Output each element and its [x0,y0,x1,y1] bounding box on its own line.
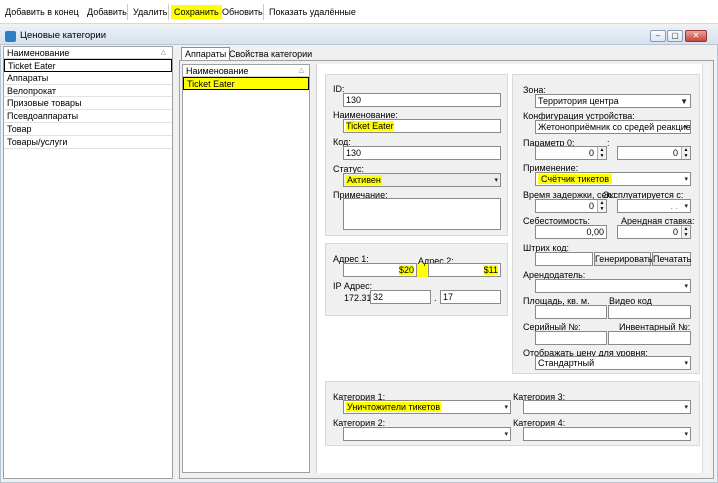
chevron-down-icon: ▾ [504,431,508,438]
add-button[interactable]: Добавить [84,5,130,19]
rent-field[interactable]: 0 ▲ ▼ [617,225,691,239]
list-item[interactable]: Призовые товары [4,97,172,111]
column-header-name: Наименование [7,48,70,58]
print-button[interactable]: Печатать [652,252,691,266]
category4-select[interactable]: ▾ [523,427,691,441]
save-button[interactable]: Сохранить [171,5,222,19]
name-value: Ticket Eater [346,121,394,131]
chevron-down-icon: ▼ [680,97,688,106]
category1-select[interactable]: Уничтожители тикетов ▾ [343,400,511,414]
usage-value: Счётчик тикетов [538,174,613,184]
chevron-down-icon: ▾ [684,203,688,210]
address2-field[interactable]: $11 [428,263,501,277]
status-value: Активен [346,175,382,185]
list-item[interactable]: Аппараты [4,72,172,85]
category1-value: Уничтожители тикетов [346,402,442,412]
add-to-end-button[interactable]: Добавить в конец [2,5,82,19]
param-colon: : [607,138,610,148]
name-field[interactable]: Ticket Eater [343,119,501,133]
chevron-down-icon: ▾ [684,431,688,438]
param1-field[interactable]: 0 ▲ ▼ [617,146,691,160]
address2-value: $11 [483,265,498,275]
chevron-down-icon: ▾ [504,404,508,411]
ip-prefix: 172.31 [344,293,372,303]
refresh-button[interactable]: Обновить [219,5,266,19]
close-icon[interactable]: ✕ [685,30,707,42]
category-list[interactable]: Наименование △ Ticket Eater Аппараты Вел… [3,46,173,479]
column-header-name: Наименование [186,66,249,76]
zone-value: Территория центра [538,96,619,106]
spin-arrows-icon[interactable]: ▲ ▼ [681,226,690,238]
generate-button[interactable]: Генерировать [594,252,653,266]
toolbar-separator [127,4,128,20]
rent-value: 0 [672,227,678,237]
area-field[interactable] [535,305,607,319]
delay-field[interactable]: 0 ▲ ▼ [535,199,607,213]
chevron-down-icon: ▾ [684,124,688,131]
device-list-header[interactable]: Наименование △ [183,65,309,77]
spin-arrows-icon[interactable]: ▲ ▼ [681,147,690,159]
operated-since-date[interactable]: . . ▾ [617,199,691,213]
window-app-icon [5,31,16,42]
tab-devices[interactable]: Аппараты [181,47,231,60]
id-field[interactable]: 130 [343,93,501,107]
spin-arrows-icon[interactable]: ▲ ▼ [597,147,606,159]
param0-value: 0 [588,148,594,158]
sort-triangle-icon: △ [298,67,304,74]
ip-octet3-field[interactable]: 32 [370,290,431,304]
category2-select[interactable]: ▾ [343,427,511,441]
chevron-down-icon: ▾ [684,176,688,183]
barcode-field[interactable] [535,252,593,266]
list-item[interactable]: Ticket Eater [183,77,309,90]
chevron-down-icon: ▾ [684,404,688,411]
note-field[interactable] [343,198,501,230]
ip-octet4-field[interactable]: 17 [440,290,501,304]
operated-since-value: . . [670,201,678,211]
show-deleted-button[interactable]: Показать удалённые [266,5,359,19]
maximize-icon[interactable]: ▢ [667,30,683,42]
toolbar-separator [263,4,264,20]
sort-triangle-icon: △ [160,49,166,56]
device-list[interactable]: Наименование △ Ticket Eater [182,64,310,473]
spin-arrows-icon[interactable]: ▲ ▼ [597,200,606,212]
inventory-field[interactable] [608,331,691,345]
ip-separator: . [434,293,437,303]
price-level-select[interactable]: Стандартный ▾ [535,356,691,370]
param1-value: 0 [672,148,678,158]
price-level-value: Стандартный [538,358,595,368]
list-item[interactable]: Велопрокат [4,85,172,98]
list-item[interactable]: Псевдоаппараты [4,110,172,123]
window-title: Ценовые категории [20,30,107,41]
config-value: Жетоноприёмник со средей реакцией [538,122,691,132]
list-item[interactable]: Товар [4,123,172,136]
chevron-down-icon: ▾ [684,360,688,367]
minimize-icon[interactable]: – [650,30,666,42]
category3-select[interactable]: ▾ [523,400,691,414]
list-item[interactable]: Ticket Eater [4,59,172,72]
usage-select[interactable]: Счётчик тикетов ▾ [535,172,691,186]
toolbar-separator [168,4,169,20]
config-select[interactable]: Жетоноприёмник со средей реакцией ▾ [535,120,691,134]
lessor-select[interactable]: ▾ [535,279,691,293]
chevron-down-icon: ▾ [494,177,498,184]
details-scrollbar[interactable] [702,64,711,473]
address1-value: $20 [398,265,414,275]
category-list-header[interactable]: Наименование △ [4,47,172,59]
ip-label: IP Адрес: [333,281,373,291]
chevron-down-icon: ▾ [684,283,688,290]
code-field[interactable]: 130 [343,146,501,160]
window-titlebar[interactable] [0,27,718,45]
status-select[interactable]: Активен ▾ [343,173,501,187]
delete-button[interactable]: Удалить [130,5,170,19]
serial-field[interactable] [535,331,607,345]
tab-category-properties[interactable]: Свойства категории [225,47,316,60]
zone-select[interactable]: Территория центра ▼ [535,94,691,108]
param0-field[interactable]: 0 ▲ ▼ [535,146,607,160]
cost-field[interactable]: 0,00 [535,225,607,239]
address1-field[interactable]: $20 [343,263,417,277]
list-item[interactable]: Товары/услуги [4,136,172,149]
delay-value: 0 [588,201,594,211]
video-code-field[interactable] [608,305,691,319]
